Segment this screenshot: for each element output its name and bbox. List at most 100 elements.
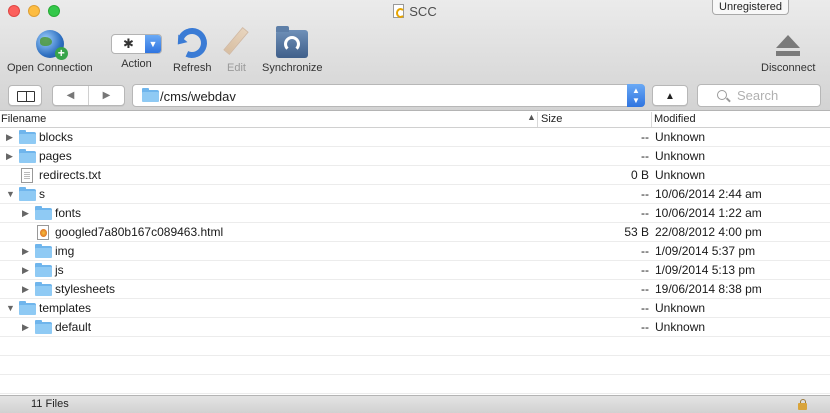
file-name: templates xyxy=(39,301,92,315)
file-size: -- xyxy=(641,263,649,277)
parent-folder-button[interactable]: ▲ xyxy=(652,85,688,106)
up-arrow-icon: ▲ xyxy=(665,91,675,102)
file-modified: 10/06/2014 1:22 am xyxy=(655,206,762,220)
file-count: 11 Files xyxy=(31,398,69,410)
file-size: -- xyxy=(641,282,649,296)
disclosure-collapsed-icon[interactable]: ▶ xyxy=(22,318,29,336)
file-row[interactable]: ▶ stylesheets -- 19/06/2014 8:38 pm xyxy=(0,280,830,299)
refresh-button[interactable]: Refresh xyxy=(173,23,212,74)
text-file-icon xyxy=(21,168,33,183)
synchronize-button[interactable]: Synchronize xyxy=(262,24,323,74)
file-row[interactable]: ▶ js -- 1/09/2014 5:13 pm xyxy=(0,261,830,280)
globe-add-icon: + xyxy=(35,30,68,60)
file-name: pages xyxy=(39,149,72,163)
column-size[interactable]: Size xyxy=(541,113,562,125)
file-size: -- xyxy=(641,320,649,334)
pencil-icon xyxy=(223,26,250,56)
path-selector[interactable]: /cms/webdav ▲ ▼ xyxy=(132,84,645,107)
file-size: -- xyxy=(641,206,649,220)
file-row[interactable]: ▼ s -- 10/06/2014 2:44 am xyxy=(0,185,830,204)
folder-icon xyxy=(142,88,159,102)
file-modified: Unknown xyxy=(655,168,706,182)
column-filename[interactable]: Filename xyxy=(1,113,46,125)
file-row[interactable]: ▼ templates -- Unknown xyxy=(0,299,830,318)
disclosure-expanded-icon[interactable]: ▼ xyxy=(6,185,15,203)
file-modified: 22/08/2012 4:00 pm xyxy=(655,225,762,239)
disconnect-button[interactable]: Disconnect xyxy=(761,24,815,74)
file-size: -- xyxy=(641,244,649,258)
history-navigation: ◀ ▶ xyxy=(52,85,125,106)
file-name: js xyxy=(55,263,64,277)
file-row[interactable]: ▶ pages -- Unknown xyxy=(0,147,830,166)
search-field[interactable]: Search xyxy=(697,84,821,107)
action-button[interactable]: ✱ ▼ Action xyxy=(111,24,162,70)
unregistered-badge[interactable]: Unregistered xyxy=(712,0,789,15)
disclosure-collapsed-icon[interactable]: ▶ xyxy=(6,128,13,146)
back-button[interactable]: ◀ xyxy=(53,86,89,105)
folder-icon xyxy=(19,149,36,163)
file-row[interactable]: ▶ blocks -- Unknown xyxy=(0,128,830,147)
folder-icon xyxy=(35,282,52,296)
path-text: /cms/webdav xyxy=(160,89,236,104)
window-title-text: SCC xyxy=(409,4,437,19)
column-divider[interactable] xyxy=(537,112,538,127)
forward-button[interactable]: ▶ xyxy=(89,86,124,105)
file-name: s xyxy=(39,187,45,201)
file-row[interactable]: googled7a80b167c089463.html 53 B 22/08/201… xyxy=(0,223,830,242)
file-modified: Unknown xyxy=(655,149,706,163)
file-size: -- xyxy=(641,149,649,163)
file-row[interactable]: ▶ default -- Unknown xyxy=(0,318,830,337)
disclosure-collapsed-icon[interactable]: ▶ xyxy=(22,280,29,298)
column-modified[interactable]: Modified xyxy=(654,113,696,125)
disclosure-collapsed-icon[interactable]: ▶ xyxy=(22,242,29,260)
disclosure-collapsed-icon[interactable]: ▶ xyxy=(22,204,29,222)
file-name: img xyxy=(55,244,75,258)
file-size: 53 B xyxy=(624,225,649,239)
edit-label: Edit xyxy=(227,62,246,74)
disclosure-collapsed-icon[interactable]: ▶ xyxy=(22,261,29,279)
file-modified: Unknown xyxy=(655,301,706,315)
file-size: -- xyxy=(641,130,649,144)
bookmarks-button[interactable] xyxy=(8,85,42,106)
document-icon xyxy=(393,4,406,18)
lock-icon xyxy=(798,399,807,410)
column-divider[interactable] xyxy=(651,112,652,127)
folder-icon xyxy=(19,130,36,144)
folder-icon xyxy=(35,206,52,220)
file-modified: Unknown xyxy=(655,130,706,144)
file-name: googled7a80b167c089463.html xyxy=(55,225,224,239)
edit-button[interactable]: Edit xyxy=(223,24,250,74)
open-connection-button[interactable]: + Open Connection xyxy=(7,24,93,74)
folder-icon xyxy=(35,320,52,334)
file-name: redirects.txt xyxy=(39,168,102,182)
folder-icon xyxy=(35,263,52,277)
file-row[interactable]: redirects.txt 0 B Unknown xyxy=(0,166,830,185)
file-row[interactable]: ▶ img -- 1/09/2014 5:37 pm xyxy=(0,242,830,261)
open-connection-label: Open Connection xyxy=(7,62,93,74)
file-modified: 10/06/2014 2:44 am xyxy=(655,187,762,201)
disconnect-label: Disconnect xyxy=(761,62,816,74)
folder-icon xyxy=(19,301,36,315)
disclosure-expanded-icon[interactable]: ▼ xyxy=(6,299,15,317)
file-modified: Unknown xyxy=(655,320,706,334)
gear-icon: ✱ xyxy=(123,36,134,51)
file-row[interactable]: ▶ fonts -- 10/06/2014 1:22 am xyxy=(0,204,830,223)
window-chrome: SCC Unregistered + Open Connection ✱ ▼ Ac… xyxy=(0,0,830,111)
path-stepper-icon[interactable]: ▲ ▼ xyxy=(627,84,645,107)
file-size: -- xyxy=(641,301,649,315)
sort-ascending-icon: ▲ xyxy=(527,112,536,122)
search-placeholder: Search xyxy=(737,88,779,103)
file-name: default xyxy=(55,320,92,334)
file-modified: 1/09/2014 5:13 pm xyxy=(655,263,756,277)
empty-row xyxy=(0,375,830,394)
action-label: Action xyxy=(121,58,152,70)
file-size: 0 B xyxy=(630,168,649,182)
refresh-icon xyxy=(173,23,212,63)
refresh-label: Refresh xyxy=(173,62,212,74)
empty-row xyxy=(0,356,830,375)
eject-icon xyxy=(776,35,801,56)
file-size: -- xyxy=(641,187,649,201)
action-popup[interactable]: ✱ ▼ xyxy=(111,34,162,54)
file-modified: 1/09/2014 5:37 pm xyxy=(655,244,756,258)
disclosure-collapsed-icon[interactable]: ▶ xyxy=(6,147,13,165)
